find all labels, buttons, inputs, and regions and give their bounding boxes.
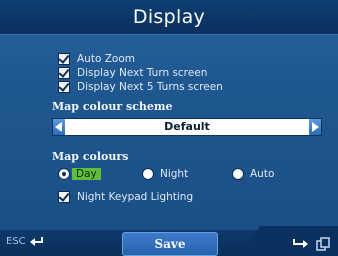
display-settings-screen: Display Auto Zoom Display Next Turn scre… bbox=[0, 0, 338, 256]
previous-scheme-button[interactable] bbox=[53, 119, 65, 135]
save-button[interactable]: Save bbox=[122, 232, 218, 256]
radio-night[interactable]: Night bbox=[142, 167, 188, 181]
esc-label: ESC bbox=[6, 236, 26, 247]
radio-day-button[interactable] bbox=[58, 168, 70, 180]
next-5-turns-option[interactable]: Display Next 5 Turns screen bbox=[58, 80, 223, 94]
next-5-turns-checkbox[interactable] bbox=[58, 80, 70, 93]
copy-icon[interactable] bbox=[316, 237, 330, 251]
colour-scheme-heading: Map colour scheme bbox=[52, 100, 173, 113]
check-icon bbox=[58, 66, 70, 78]
check-icon bbox=[58, 80, 70, 92]
check-icon bbox=[58, 190, 70, 202]
esc-button[interactable]: ESC bbox=[6, 236, 44, 247]
next-scheme-button[interactable] bbox=[309, 119, 321, 135]
title-bar: Display bbox=[0, 0, 338, 35]
auto-zoom-option[interactable]: Auto Zoom bbox=[58, 52, 135, 66]
check-icon bbox=[58, 52, 70, 64]
arrow-right-icon bbox=[312, 122, 319, 132]
map-colours-heading: Map colours bbox=[52, 150, 129, 163]
radio-night-button[interactable] bbox=[142, 168, 154, 180]
auto-zoom-checkbox[interactable] bbox=[58, 52, 70, 65]
radio-night-label: Night bbox=[160, 168, 189, 180]
keypad-lighting-label: Night Keypad Lighting bbox=[77, 191, 194, 203]
next-turn-option[interactable]: Display Next Turn screen bbox=[58, 66, 207, 80]
radio-day[interactable]: Day bbox=[58, 167, 101, 181]
next-turn-label: Display Next Turn screen bbox=[77, 67, 208, 79]
radio-auto[interactable]: Auto bbox=[232, 167, 274, 181]
keypad-lighting-option[interactable]: Night Keypad Lighting bbox=[58, 190, 193, 204]
keypad-lighting-checkbox[interactable] bbox=[58, 190, 70, 203]
forward-arrow-icon[interactable] bbox=[292, 238, 308, 250]
radio-auto-label: Auto bbox=[250, 168, 275, 180]
arrow-left-icon bbox=[55, 122, 62, 132]
radio-day-label: Day bbox=[72, 168, 101, 180]
auto-zoom-label: Auto Zoom bbox=[77, 53, 135, 65]
radio-auto-button[interactable] bbox=[232, 168, 244, 180]
next-5-turns-label: Display Next 5 Turns screen bbox=[77, 81, 223, 93]
page-title: Display bbox=[132, 6, 206, 28]
colour-scheme-selector[interactable]: Default bbox=[52, 118, 322, 136]
colour-scheme-value: Default bbox=[164, 120, 210, 133]
back-arrow-icon bbox=[29, 237, 43, 246]
next-turn-checkbox[interactable] bbox=[58, 66, 70, 79]
